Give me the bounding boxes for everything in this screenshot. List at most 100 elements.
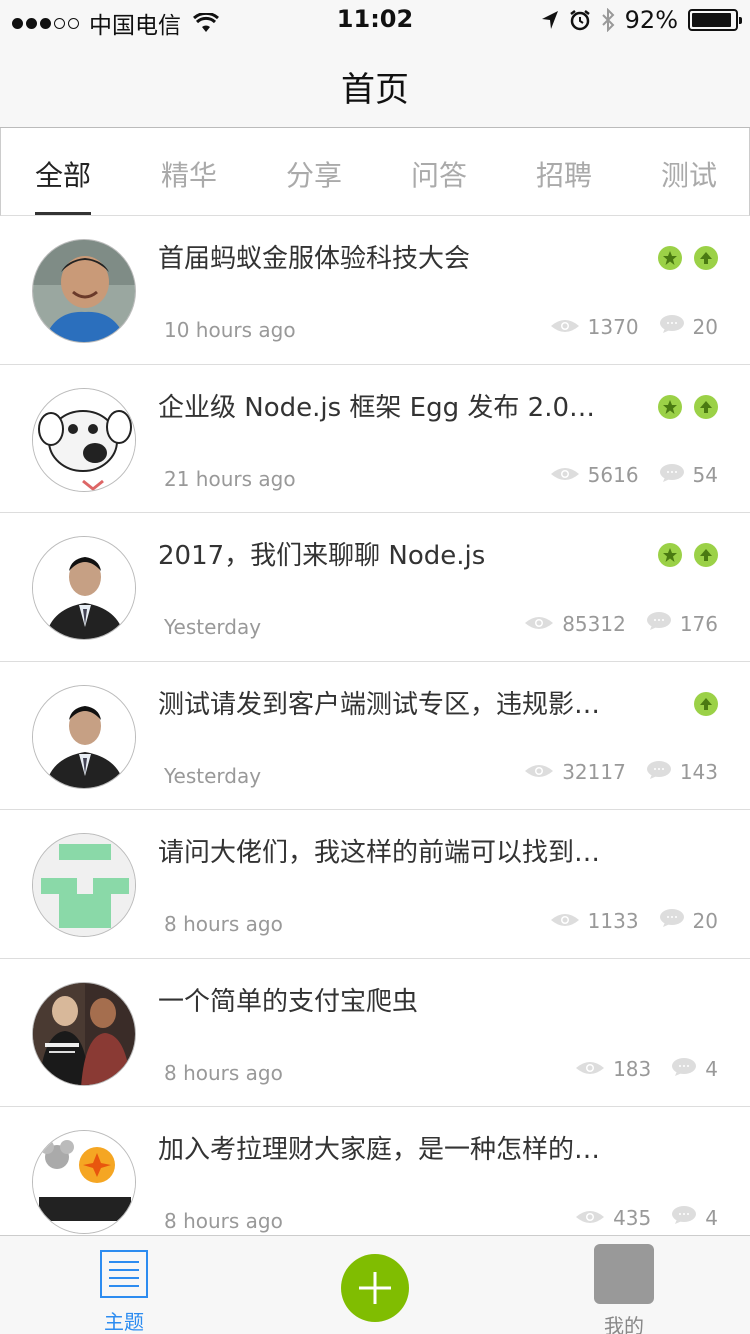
topic-stats: 32117 143 [524,760,718,785]
topic-title: 测试请发到客户端测试专区，违规影… [158,689,601,720]
view-count: 85312 [562,611,626,636]
view-count: 5616 [587,463,639,487]
view-count: 32117 [562,760,626,784]
reply-count: 20 [692,908,718,933]
tab-bar-topics-label: 主题 [104,1310,144,1334]
reply-count: 176 [679,611,718,636]
topic-title: 加入考拉理财大家庭，是一种怎样的… [158,1135,601,1165]
topic-title: 请问大佬们，我这样的前端可以找到… [158,838,601,868]
topic-time: 8 hours ago [164,912,283,936]
eye-icon [550,315,580,339]
pinned-top-icon [694,394,718,419]
topic-stats: 85312 176 [524,611,718,636]
topic-row[interactable]: 首届蚂蚁金服体验科技大会 10 hours ago 1370 20 [0,216,750,365]
eye-icon [550,463,580,487]
comment-icon [659,908,685,933]
man-suit-avatar[interactable] [32,684,136,789]
topic-badges [658,543,718,567]
comment-icon [659,463,685,488]
man-suit-avatar[interactable] [32,536,136,640]
tab-test[interactable]: 测试 [661,154,717,194]
topic-list[interactable]: 首届蚂蚁金服体验科技大会 10 hours ago 1370 20 企业级 Node.j… [0,216,750,1235]
topic-time: Yesterday [164,615,262,639]
reply-count: 143 [679,760,718,784]
topic-stats: 183 4 [575,1057,718,1082]
pinned-top-icon [694,691,718,716]
topic-stats: 1133 20 [550,908,718,933]
user-avatar-icon [594,1244,654,1304]
reply-count: 4 [705,1057,718,1081]
location-arrow-icon [541,11,558,29]
topic-time: 21 hours ago [164,466,296,491]
topic-badges [658,394,718,419]
plus-icon [359,1272,391,1304]
topic-row[interactable]: 请问大佬们，我这样的前端可以找到… 8 hours ago 1133 20 [0,810,750,959]
tab-job[interactable]: 招聘 [536,154,592,194]
view-count: 1370 [587,314,639,339]
topic-row[interactable]: 一个简单的支付宝爬虫 8 hours ago 183 4 [0,958,750,1107]
category-tabs: 全部 精华 分享 问答 招聘 测试 [0,128,750,216]
eye-icon [550,909,580,933]
koala-logo-avatar[interactable] [32,1130,136,1234]
battery-fill [692,13,731,27]
alarm-icon [569,10,590,31]
topic-title: 2017，我们来聊聊 Node.js [158,541,486,571]
page-title: 首页 [341,70,409,110]
pinned-top-icon [694,543,718,567]
tab-share[interactable]: 分享 [286,154,342,194]
man-laughing-avatar[interactable] [32,239,136,343]
topic-row[interactable]: 2017，我们来聊聊 Node.js Yesterday 85312 176 [0,513,750,662]
identicon-avatar[interactable] [32,833,136,937]
comment-icon [671,1057,697,1082]
navigation-bar: 首页 [0,40,750,128]
comment-icon [671,1205,697,1230]
tab-bar-me-label: 我的 [604,1314,644,1334]
eye-icon [524,760,554,784]
topic-stats: 1370 20 [550,314,718,339]
bluetooth-icon [601,8,615,32]
battery-percent: 92% [624,6,678,34]
topic-row[interactable]: 测试请发到客户端测试专区，违规影… Yesterday 32117 143 [0,661,750,810]
topic-row[interactable]: 加入考拉理财大家庭，是一种怎样的… 8 hours ago 435 4 [0,1107,750,1235]
topic-time: Yesterday [164,763,262,788]
eye-icon [575,1206,605,1230]
status-bar: 中国电信 11:02 92% [0,0,750,40]
status-right: 92% [541,6,742,34]
reply-count: 20 [692,314,718,339]
tab-bar-me[interactable]: 我的 [594,1244,654,1334]
list-icon [100,1250,148,1298]
tab-good[interactable]: 精华 [161,154,217,194]
comment-icon [646,760,672,785]
topic-stats: 435 4 [575,1205,718,1230]
active-tab-indicator [35,212,91,215]
view-count: 435 [613,1205,652,1230]
good-star-icon [658,543,682,567]
battery-icon [688,9,742,31]
good-star-icon [658,246,682,270]
eye-icon [575,1057,605,1081]
eye-icon [524,612,554,636]
topic-stats: 5616 54 [550,463,718,488]
band-photo-avatar[interactable] [32,981,136,1086]
good-star-icon [658,394,682,419]
view-count: 1133 [587,908,639,933]
reply-count: 54 [692,463,718,487]
tab-all[interactable]: 全部 [35,154,91,194]
topic-row[interactable]: 企业级 Node.js 框架 Egg 发布 2.0… 21 hours ago 56… [0,364,750,513]
tab-bar-topics[interactable]: 主题 [88,1250,160,1334]
reply-count: 4 [705,1205,718,1230]
tab-ask[interactable]: 问答 [411,154,467,194]
topic-title: 首届蚂蚁金服体验科技大会 [158,244,471,274]
topic-badges [694,691,718,716]
new-topic-button[interactable] [341,1254,409,1322]
topic-badges [658,246,718,270]
view-count: 183 [613,1057,652,1081]
topic-time: 10 hours ago [164,318,296,342]
comment-icon [659,314,685,339]
cartoon-dog-avatar[interactable] [32,387,136,492]
topic-title: 企业级 Node.js 框架 Egg 发布 2.0… [158,392,595,423]
topic-title: 一个简单的支付宝爬虫 [158,986,419,1017]
bottom-tab-bar: 主题 我的 [0,1235,750,1334]
comment-icon [646,611,672,636]
pinned-top-icon [694,246,718,270]
